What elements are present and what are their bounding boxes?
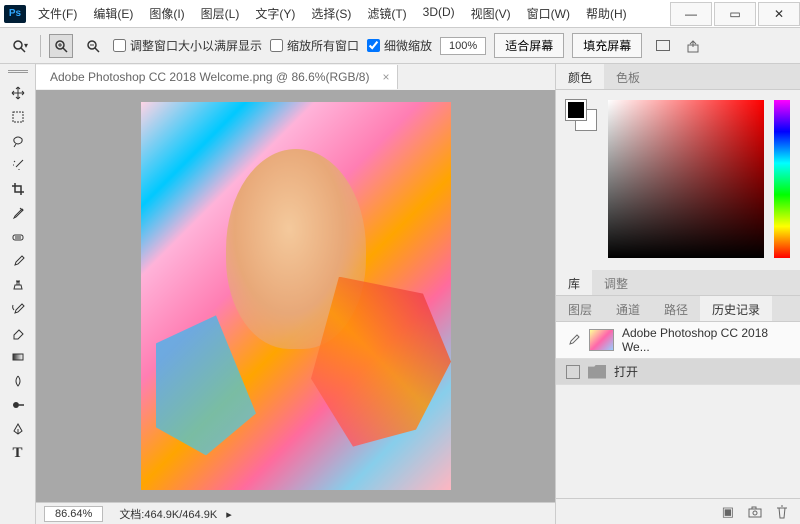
clone-stamp-tool[interactable] — [5, 274, 31, 296]
tab-paths[interactable]: 路径 — [652, 296, 700, 321]
tab-color[interactable]: 颜色 — [556, 64, 604, 89]
zoom-value[interactable]: 100% — [440, 37, 486, 55]
eyedropper-tool[interactable] — [5, 202, 31, 224]
marquee-tool[interactable] — [5, 106, 31, 128]
menu-file[interactable]: 文件(F) — [32, 1, 83, 26]
toolbox: T — [0, 64, 36, 524]
separator — [40, 35, 41, 57]
menubar: Ps 文件(F) 编辑(E) 图像(I) 图层(L) 文字(Y) 选择(S) 滤… — [0, 0, 800, 28]
tab-library[interactable]: 库 — [556, 270, 592, 295]
zoom-tool-preset[interactable]: ▾ — [8, 34, 32, 58]
snapshot-name: Adobe Photoshop CC 2018 We... — [622, 326, 790, 354]
history-panel: Adobe Photoshop CC 2018 We... 打开 ▣ — [556, 322, 800, 524]
history-panel-footer: ▣ — [556, 498, 800, 524]
eraser-tool[interactable] — [5, 322, 31, 344]
tab-channels[interactable]: 通道 — [604, 296, 652, 321]
pen-tool[interactable] — [5, 418, 31, 440]
document-tabs: Adobe Photoshop CC 2018 Welcome.png @ 86… — [36, 64, 555, 90]
zoom-in-button[interactable] — [49, 34, 73, 58]
zoom-in-icon — [54, 39, 68, 53]
checkbox-icon[interactable] — [566, 365, 580, 379]
menu-view[interactable]: 视图(V) — [465, 1, 517, 26]
crop-tool[interactable] — [5, 178, 31, 200]
snapshot-icon[interactable]: ▣ — [722, 504, 734, 520]
fill-screen-button[interactable]: 填充屏幕 — [572, 33, 642, 58]
artboard-icon[interactable] — [656, 40, 670, 51]
history-step[interactable]: 打开 — [556, 359, 800, 385]
hue-slider[interactable] — [774, 100, 790, 258]
magic-wand-tool[interactable] — [5, 154, 31, 176]
menu-select[interactable]: 选择(S) — [305, 1, 357, 26]
foreground-color[interactable] — [566, 100, 586, 120]
color-panel — [556, 90, 800, 270]
close-tab-icon[interactable]: × — [382, 70, 389, 84]
lasso-tool[interactable] — [5, 130, 31, 152]
zoom-out-icon — [86, 39, 100, 53]
tab-layers[interactable]: 图层 — [556, 296, 604, 321]
healing-brush-tool[interactable] — [5, 226, 31, 248]
history-brush-tool[interactable] — [5, 298, 31, 320]
canvas-image — [141, 102, 451, 490]
dodge-tool[interactable] — [5, 394, 31, 416]
foreground-background-swatch[interactable] — [566, 100, 598, 260]
share-icon[interactable] — [686, 39, 700, 53]
panels: 颜色 色板 库 调整 图层 通道 路径 历史记录 Adobe Photo — [555, 64, 800, 524]
status-zoom[interactable]: 86.64% — [44, 506, 103, 522]
trash-icon[interactable] — [776, 505, 788, 519]
tab-history[interactable]: 历史记录 — [700, 296, 772, 321]
history-brush-icon — [566, 333, 581, 347]
blur-tool[interactable] — [5, 370, 31, 392]
menu-filter[interactable]: 滤镜(T) — [361, 1, 412, 26]
maximize-button[interactable]: ▭ — [714, 2, 756, 26]
app-logo: Ps — [4, 5, 26, 23]
tab-swatches[interactable]: 色板 — [604, 64, 652, 89]
close-button[interactable]: ✕ — [758, 2, 800, 26]
scrubby-zoom-checkbox[interactable]: 细微缩放 — [367, 37, 432, 54]
brush-tool[interactable] — [5, 250, 31, 272]
status-docinfo[interactable]: 文档:464.9K/464.9K ▸ — [119, 506, 231, 522]
zoom-all-checkbox[interactable]: 缩放所有窗口 — [270, 37, 359, 54]
menu-edit[interactable]: 编辑(E) — [87, 1, 139, 26]
history-snapshot[interactable]: Adobe Photoshop CC 2018 We... — [556, 322, 800, 359]
canvas-viewport[interactable] — [36, 90, 555, 502]
status-bar: 86.64% 文档:464.9K/464.9K ▸ — [36, 502, 555, 524]
gradient-tool[interactable] — [5, 346, 31, 368]
minimize-button[interactable]: — — [670, 2, 712, 26]
menu-image[interactable]: 图像(I) — [143, 1, 190, 26]
chevron-right-icon: ▸ — [226, 509, 232, 521]
history-step-label: 打开 — [614, 363, 638, 380]
resize-window-checkbox[interactable]: 调整窗口大小以满屏显示 — [113, 37, 262, 54]
chevron-down-icon: ▾ — [24, 41, 28, 50]
move-tool[interactable] — [5, 82, 31, 104]
window-controls: — ▭ ✕ — [668, 2, 800, 26]
document-icon — [588, 365, 606, 379]
document-tab-title: Adobe Photoshop CC 2018 Welcome.png @ 86… — [50, 70, 369, 84]
menu-help[interactable]: 帮助(H) — [580, 1, 633, 26]
color-field[interactable] — [608, 100, 764, 258]
options-bar: ▾ 调整窗口大小以满屏显示 缩放所有窗口 细微缩放 100% 适合屏幕 填充屏幕 — [0, 28, 800, 64]
menu-window[interactable]: 窗口(W) — [521, 1, 576, 26]
zoom-out-button[interactable] — [81, 34, 105, 58]
document-tab[interactable]: Adobe Photoshop CC 2018 Welcome.png @ 86… — [36, 65, 398, 89]
menu-layer[interactable]: 图层(L) — [195, 1, 246, 26]
document-area: Adobe Photoshop CC 2018 Welcome.png @ 86… — [36, 64, 555, 524]
snapshot-thumbnail — [589, 329, 614, 351]
menu-type[interactable]: 文字(Y) — [249, 1, 301, 26]
grip-icon[interactable] — [8, 70, 28, 76]
menu-3d[interactable]: 3D(D) — [417, 1, 461, 26]
fit-screen-button[interactable]: 适合屏幕 — [494, 33, 564, 58]
tab-adjustments[interactable]: 调整 — [592, 270, 640, 295]
camera-icon[interactable] — [748, 506, 762, 518]
type-tool[interactable]: T — [5, 442, 31, 464]
